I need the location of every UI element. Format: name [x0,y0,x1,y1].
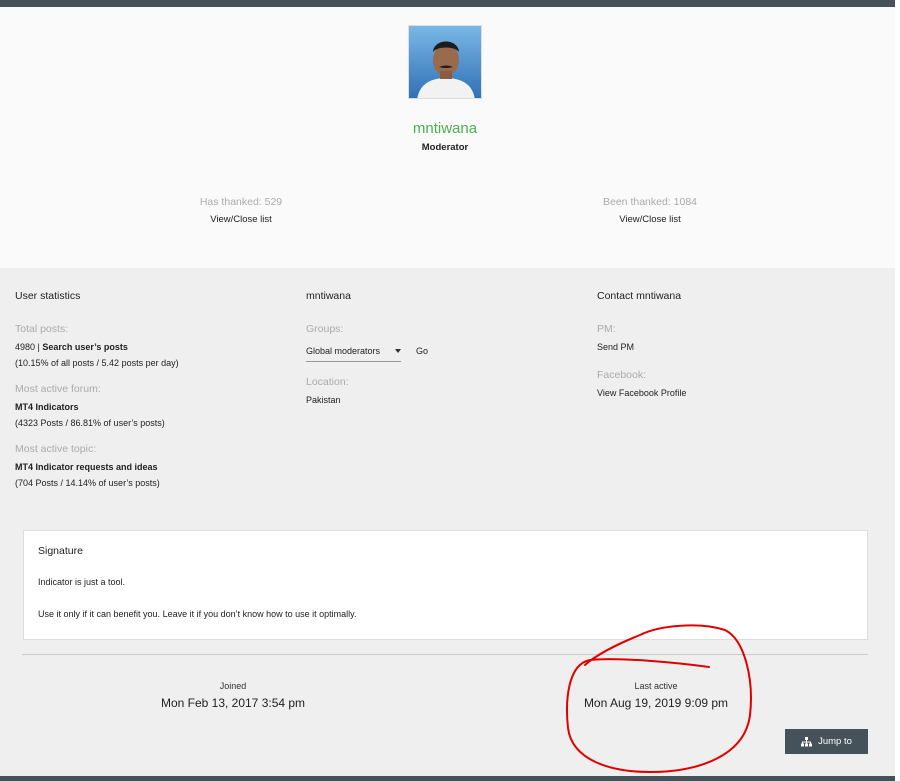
been-thanked-view-list-link[interactable]: View/Close list [550,214,750,225]
joined-date: Mon Feb 13, 2017 3:54 pm [160,696,306,710]
signature-heading: Signature [38,545,83,557]
avatar-image [409,26,481,98]
pm-label: PM: [597,323,616,335]
been-thanked-block: Been thanked: 1084 View/Close list [550,196,750,225]
most-active-forum-detail: (4323 Posts / 86.81% of user’s posts) [15,418,165,428]
most-active-topic-detail: (704 Posts / 14.14% of user’s posts) [15,478,160,488]
facebook-label: Facebook: [597,369,647,381]
chevron-down-icon [395,349,401,353]
right-edge [895,0,900,781]
signature-line-2: Use it only if it can benefit you. Leave… [38,609,357,619]
avatar [408,25,482,99]
joined-label: Joined [219,681,247,691]
signature-line-1: Indicator is just a tool. [38,577,126,587]
user-statistics-column: User statistics Total posts: 4980 | Sear… [15,290,295,503]
last-active-date: Mon Aug 19, 2019 9:09 pm [583,696,729,710]
jump-to-button[interactable]: Jump to [785,729,868,754]
profile-rank: Moderator [421,142,469,153]
most-active-forum-link[interactable]: MT4 Indicators [15,399,295,415]
bottom-bar [0,776,895,781]
last-active-block: Last active Mon Aug 19, 2019 9:09 pm [526,681,786,710]
has-thanked-label: Has thanked: 529 [199,196,283,208]
facebook-profile-link[interactable]: View Facebook Profile [597,385,877,401]
most-active-forum-label: Most active forum: [15,383,101,395]
contact-column: Contact mntiwana PM: Send PM Facebook: V… [597,290,877,413]
jump-to-label: Jump to [818,736,852,747]
sitemap-icon [801,736,813,746]
user-info-heading: mntiwana [306,290,351,302]
search-user-posts-link[interactable]: Search user’s posts [42,342,128,352]
location-value: Pakistan [306,395,341,405]
groups-row: Global moderators Go [306,341,586,362]
user-statistics-heading: User statistics [15,290,81,302]
groups-select[interactable]: Global moderators [306,346,401,362]
total-posts-line: 4980 | Search user’s posts [15,342,128,352]
top-bar [0,0,895,7]
groups-selected-value: Global moderators [306,346,381,356]
last-active-label: Last active [634,681,678,691]
contact-heading: Contact mntiwana [597,290,682,302]
groups-label: Groups: [306,323,344,335]
has-thanked-block: Has thanked: 529 View/Close list [141,196,341,225]
joined-block: Joined Mon Feb 13, 2017 3:54 pm [103,681,363,710]
location-label: Location: [306,376,349,388]
total-posts-label: Total posts: [15,323,69,335]
has-thanked-view-list-link[interactable]: View/Close list [141,214,341,225]
most-active-topic-link[interactable]: MT4 Indicator requests and ideas [15,459,295,475]
signature-box: Signature Indicator is just a tool. Use … [23,530,868,640]
total-posts-detail: (10.15% of all posts / 5.42 posts per da… [15,358,179,368]
total-posts-count: 4980 [15,342,36,352]
divider [22,654,868,655]
profile-username[interactable]: mntiwana [0,120,890,137]
most-active-topic-label: Most active topic: [15,443,97,455]
send-pm-link[interactable]: Send PM [597,339,877,355]
groups-go-button[interactable]: Go [416,346,428,356]
been-thanked-label: Been thanked: 1084 [603,196,697,208]
user-info-column: mntiwana Groups: Global moderators Go Loc… [306,290,586,420]
